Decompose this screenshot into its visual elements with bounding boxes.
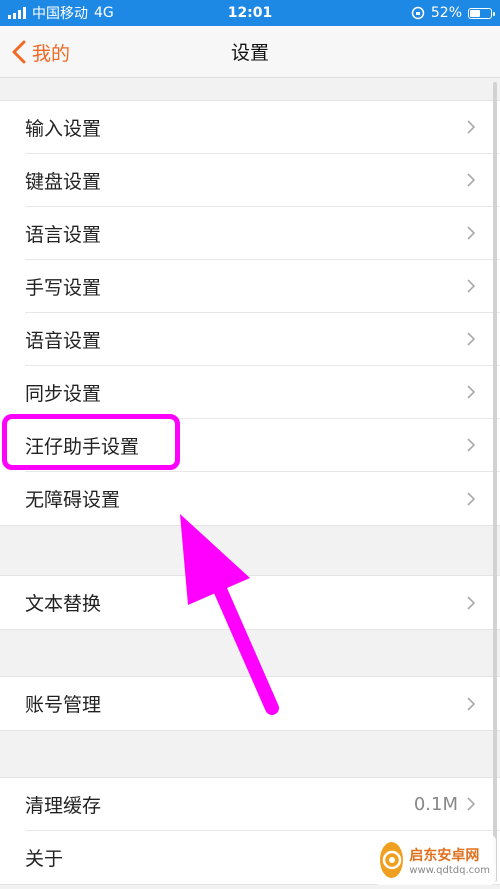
row-label: 语言设置 [25,223,102,246]
chevron-right-icon [467,279,476,293]
row-label: 账号管理 [25,694,102,716]
page-title: 设置 [230,42,269,64]
row-label: 清理缓存 [25,794,102,817]
rotation-lock-icon [411,6,425,20]
chevron-right-icon [467,438,476,452]
chevron-right-icon [467,797,476,811]
chevron-right-icon [467,332,476,346]
battery-icon [468,7,495,19]
row-language-settings[interactable]: 语言设置 [25,207,500,260]
status-right: 52% [411,5,495,21]
row-clear-cache[interactable]: 清理缓存 0.1M [25,778,500,831]
chevron-left-icon [12,40,26,64]
row-voice-settings[interactable]: 语音设置 [25,313,500,366]
chevron-right-icon [467,226,476,240]
settings-group-text: 文本替换 [0,575,500,630]
row-label: 同步设置 [25,382,102,405]
chevron-right-icon [467,173,476,187]
battery-fill [470,9,481,17]
watermark: 启东安卓网 www.qdtdq.com [374,835,496,885]
watermark-text: 启东安卓网 www.qdtdq.com [409,845,490,876]
status-bar: 中国移动 4G 12:01 52% [0,0,500,26]
row-label: 文本替换 [25,593,102,615]
watermark-title: 启东安卓网 [409,847,480,864]
highlight-box [2,414,180,470]
carrier-name: 中国移动 [32,6,88,22]
battery-percent: 52% [430,5,462,21]
back-button[interactable]: 我的 [10,26,70,78]
row-label: 手写设置 [25,276,102,299]
status-left: 中国移动 4G [8,3,114,23]
cache-size: 0.1M [413,793,458,815]
watermark-url: www.qdtdq.com [409,864,490,876]
chevron-right-icon [467,120,476,134]
row-input-settings[interactable]: 输入设置 [25,101,500,154]
row-right: 0.1M [414,794,476,815]
row-account-management[interactable]: 账号管理 [25,677,500,730]
row-sync-settings[interactable]: 同步设置 [25,366,500,419]
row-label: 无障碍设置 [25,489,121,511]
row-handwriting-settings[interactable]: 手写设置 [25,260,500,313]
row-label: 语音设置 [25,329,102,352]
row-accessibility-settings[interactable]: 无障碍设置 [25,472,500,525]
scrollbar[interactable] [493,82,497,882]
chevron-right-icon [467,696,476,711]
network-type: 4G [94,5,114,21]
nav-bar: 我的 设置 [0,26,500,78]
back-label: 我的 [32,42,71,65]
row-text-replacement[interactable]: 文本替换 [25,576,500,629]
row-keyboard-settings[interactable]: 键盘设置 [25,154,500,207]
row-label: 键盘设置 [25,170,102,193]
signal-icon [8,7,26,19]
watermark-logo-icon [380,842,404,878]
chevron-right-icon [467,491,476,506]
row-label: 关于 [25,848,64,870]
chevron-right-icon [467,385,476,399]
row-label: 输入设置 [25,117,102,140]
settings-group-account: 账号管理 [0,676,500,731]
chevron-right-icon [467,595,476,610]
